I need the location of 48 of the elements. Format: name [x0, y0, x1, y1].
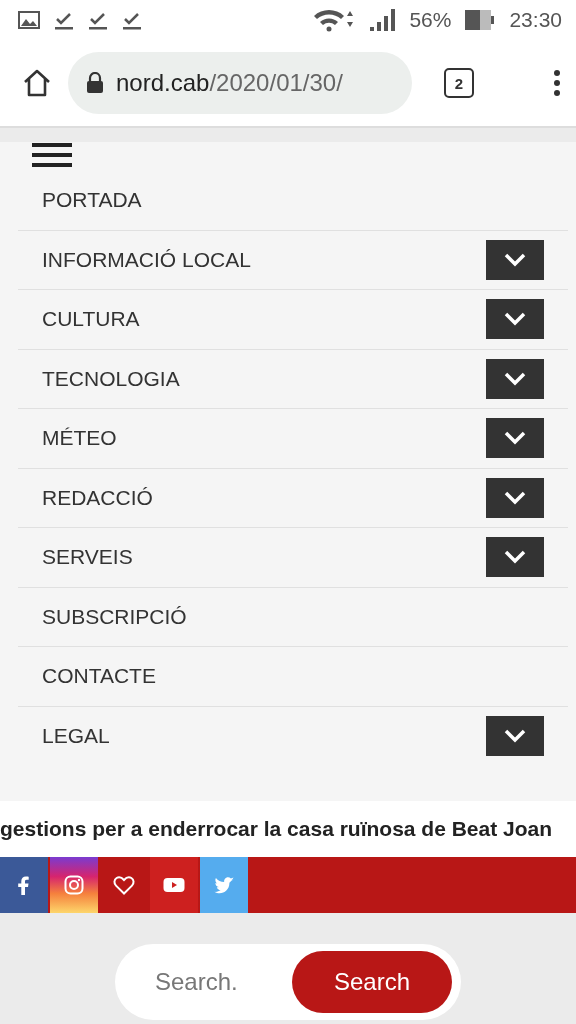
menu-item[interactable]: REDACCIÓ [42, 485, 486, 510]
expand-toggle[interactable] [486, 358, 544, 399]
battery-percent: 56% [409, 8, 452, 32]
heart-icon [112, 873, 136, 897]
chevron-down-icon [504, 371, 526, 386]
chevron-down-icon [504, 550, 526, 565]
menu-item[interactable]: LEGAL [42, 724, 486, 749]
social-link[interactable] [50, 857, 98, 913]
chevron-down-icon [504, 312, 526, 327]
clock: 23:30 [509, 8, 562, 32]
url-path: /2020/01/30/ [209, 69, 343, 96]
menu-item[interactable]: PORTADA [42, 188, 544, 213]
chevron-down-icon [504, 252, 526, 267]
download-done-icon [88, 10, 108, 30]
expand-toggle[interactable] [486, 716, 544, 757]
image-icon [18, 11, 40, 29]
home-icon[interactable] [22, 68, 52, 98]
menu-item[interactable]: TECNOLOGIA [42, 366, 486, 391]
menu-item[interactable]: MÉTEO [42, 426, 486, 451]
url-host: nord.cab [116, 69, 210, 96]
social-link[interactable] [150, 857, 198, 913]
menu-item[interactable]: CULTURA [42, 307, 486, 332]
signal-icon [369, 8, 396, 32]
battery-icon [465, 10, 496, 30]
lock-icon [86, 72, 104, 94]
expand-toggle[interactable] [486, 477, 544, 518]
expand-toggle[interactable] [486, 299, 544, 340]
download-done-icon [122, 10, 142, 30]
menu-item[interactable]: SUBSCRIPCIÓ [42, 604, 544, 629]
menu-icon[interactable] [32, 142, 72, 168]
expand-toggle[interactable] [486, 239, 544, 280]
address-bar[interactable]: nord.cab/2020/01/30/ [68, 52, 412, 114]
instagram-icon [62, 873, 86, 897]
menu-item[interactable]: CONTACTE [42, 664, 544, 689]
expand-toggle[interactable] [486, 537, 544, 578]
search-button[interactable]: Search [292, 951, 452, 1013]
search-field[interactable]: Search. Search [115, 944, 461, 1020]
more-icon[interactable] [552, 69, 562, 97]
social-link[interactable] [0, 857, 48, 913]
tab-count[interactable]: 2 [444, 68, 474, 98]
expand-toggle[interactable] [486, 418, 544, 459]
chevron-down-icon [504, 490, 526, 505]
menu-item[interactable]: SERVEIS [42, 545, 486, 570]
chevron-down-icon [504, 729, 526, 744]
download-done-icon [54, 10, 74, 30]
menu-item[interactable]: INFORMACIÓ LOCAL [42, 247, 486, 272]
wifi-icon [313, 8, 356, 32]
chevron-down-icon [504, 431, 526, 446]
